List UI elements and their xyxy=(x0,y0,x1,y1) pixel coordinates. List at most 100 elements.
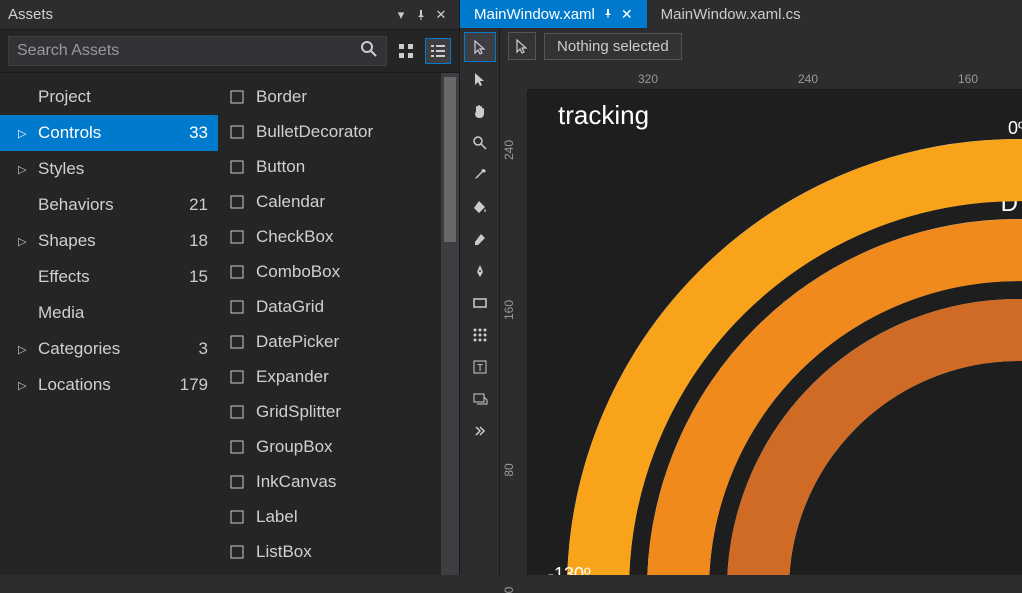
combobox-icon xyxy=(228,263,246,281)
border-icon xyxy=(228,88,246,106)
category-item[interactable]: ▷Categories3 xyxy=(0,331,218,367)
search-input[interactable]: Search Assets xyxy=(8,36,387,66)
assets-panel: Assets ▾ ✕ Search Assets Project ▷Control… xyxy=(0,0,460,575)
control-item[interactable]: Label xyxy=(218,499,459,534)
pin-icon[interactable] xyxy=(411,5,431,25)
tab[interactable]: MainWindow.xaml ✕ xyxy=(460,0,647,28)
category-count: 15 xyxy=(189,267,208,287)
gauge-label-left: -130º xyxy=(548,564,591,575)
ruler-tick: 160 xyxy=(958,72,978,86)
category-count: 18 xyxy=(189,231,208,251)
chevron-right-icon: ▷ xyxy=(18,127,32,140)
control-item[interactable]: InkCanvas xyxy=(218,464,459,499)
category-item[interactable]: Effects15 xyxy=(0,259,218,295)
gridsplitter-icon xyxy=(228,403,246,421)
category-item[interactable]: ▷Shapes18 xyxy=(0,223,218,259)
tool-pan-hand-icon[interactable] xyxy=(464,96,496,126)
datagrid-icon xyxy=(228,298,246,316)
close-icon[interactable]: ✕ xyxy=(431,5,451,25)
control-item[interactable]: ListBox xyxy=(218,534,459,569)
control-item[interactable]: DataGrid xyxy=(218,289,459,324)
list-view-button[interactable] xyxy=(425,38,451,64)
control-item[interactable]: DatePicker xyxy=(218,324,459,359)
bullet-icon xyxy=(228,123,246,141)
chevron-right-icon: ▷ xyxy=(18,343,32,356)
tool-selection-arrow-outline[interactable] xyxy=(464,32,496,62)
scrollbar[interactable] xyxy=(441,73,459,575)
tool-eyedropper-icon[interactable] xyxy=(464,160,496,190)
control-item[interactable]: ComboBox xyxy=(218,254,459,289)
category-column: Project▷Controls33▷StylesBehaviors21▷Sha… xyxy=(0,73,218,575)
pin-icon[interactable] xyxy=(603,6,613,23)
ruler-tick: 240 xyxy=(502,140,516,160)
panel-title: Assets xyxy=(8,6,391,23)
selection-cursor-icon[interactable] xyxy=(508,32,536,60)
designer-area: T Nothing selected 32024016080 240160800… xyxy=(460,28,1022,575)
tab-strip: MainWindow.xaml ✕ MainWindow.xaml.cs xyxy=(460,0,1022,28)
category-item[interactable]: ▷Locations179 xyxy=(0,367,218,403)
control-item[interactable]: GroupBox xyxy=(218,429,459,464)
tool-eraser-icon[interactable] xyxy=(464,224,496,254)
control-label: BulletDecorator xyxy=(256,122,373,142)
close-icon[interactable]: ✕ xyxy=(621,6,633,23)
label-icon xyxy=(228,508,246,526)
control-item[interactable]: GridSplitter xyxy=(218,394,459,429)
control-item[interactable]: Expander xyxy=(218,359,459,394)
category-item[interactable]: ▷Styles xyxy=(0,151,218,187)
control-label: Expander xyxy=(256,367,329,387)
dropdown-icon[interactable]: ▾ xyxy=(391,5,411,25)
tool-layout-grid-icon[interactable] xyxy=(464,320,496,350)
ruler-tick: 0 xyxy=(502,587,516,593)
category-label: Locations xyxy=(38,375,180,395)
control-item[interactable]: BulletDecorator xyxy=(218,114,459,149)
tool-rectangle-icon[interactable] xyxy=(464,288,496,318)
tab-label: MainWindow.xaml xyxy=(474,6,595,23)
category-label: Project xyxy=(38,87,208,107)
control-item[interactable]: CheckBox xyxy=(218,219,459,254)
scrollbar-thumb[interactable] xyxy=(444,77,456,242)
inkcanvas-icon xyxy=(228,473,246,491)
tool-pen-icon[interactable] xyxy=(464,256,496,286)
category-label: Styles xyxy=(38,159,208,179)
design-canvas[interactable]: tracking D 0º -130º xyxy=(528,90,1022,575)
calendar-icon xyxy=(228,193,246,211)
category-label: Effects xyxy=(38,267,189,287)
control-label: GroupBox xyxy=(256,437,333,457)
svg-text:T: T xyxy=(476,363,482,374)
control-label: InkCanvas xyxy=(256,472,336,492)
gauge-label-top: 0º xyxy=(1008,118,1022,139)
button-icon xyxy=(228,158,246,176)
category-item[interactable]: ▷Controls33 xyxy=(0,115,218,151)
category-label: Media xyxy=(38,303,208,323)
control-item[interactable]: Border xyxy=(218,79,459,114)
control-label: CheckBox xyxy=(256,227,333,247)
control-label: Border xyxy=(256,87,307,107)
selection-status: Nothing selected xyxy=(544,33,682,60)
control-label: Calendar xyxy=(256,192,325,212)
tool-direct-selection[interactable] xyxy=(464,64,496,94)
window-title: tracking xyxy=(558,100,649,131)
search-icon[interactable] xyxy=(360,40,378,63)
toolbox: T xyxy=(460,28,500,575)
checkbox-icon xyxy=(228,228,246,246)
tool-asset-icon[interactable] xyxy=(464,384,496,414)
category-label: Shapes xyxy=(38,231,189,251)
designer-panel: MainWindow.xaml ✕ MainWindow.xaml.cs T Not… xyxy=(460,0,1022,575)
tab[interactable]: MainWindow.xaml.cs xyxy=(647,0,815,28)
grid-view-button[interactable] xyxy=(393,38,419,64)
category-item[interactable]: Behaviors21 xyxy=(0,187,218,223)
control-item[interactable]: Button xyxy=(218,149,459,184)
category-label: Categories xyxy=(38,339,199,359)
category-item[interactable]: Project xyxy=(0,79,218,115)
category-item[interactable]: Media xyxy=(0,295,218,331)
listbox-icon xyxy=(228,543,246,561)
datepicker-icon xyxy=(228,333,246,351)
tool-more-chevrons-icon[interactable] xyxy=(464,416,496,446)
tool-text-icon[interactable]: T xyxy=(464,352,496,382)
tool-zoom-magnifier-icon[interactable] xyxy=(464,128,496,158)
control-label: DataGrid xyxy=(256,297,324,317)
tool-paint-bucket-icon[interactable] xyxy=(464,192,496,222)
control-label: DatePicker xyxy=(256,332,339,352)
control-item[interactable]: Calendar xyxy=(218,184,459,219)
chevron-right-icon: ▷ xyxy=(18,379,32,392)
